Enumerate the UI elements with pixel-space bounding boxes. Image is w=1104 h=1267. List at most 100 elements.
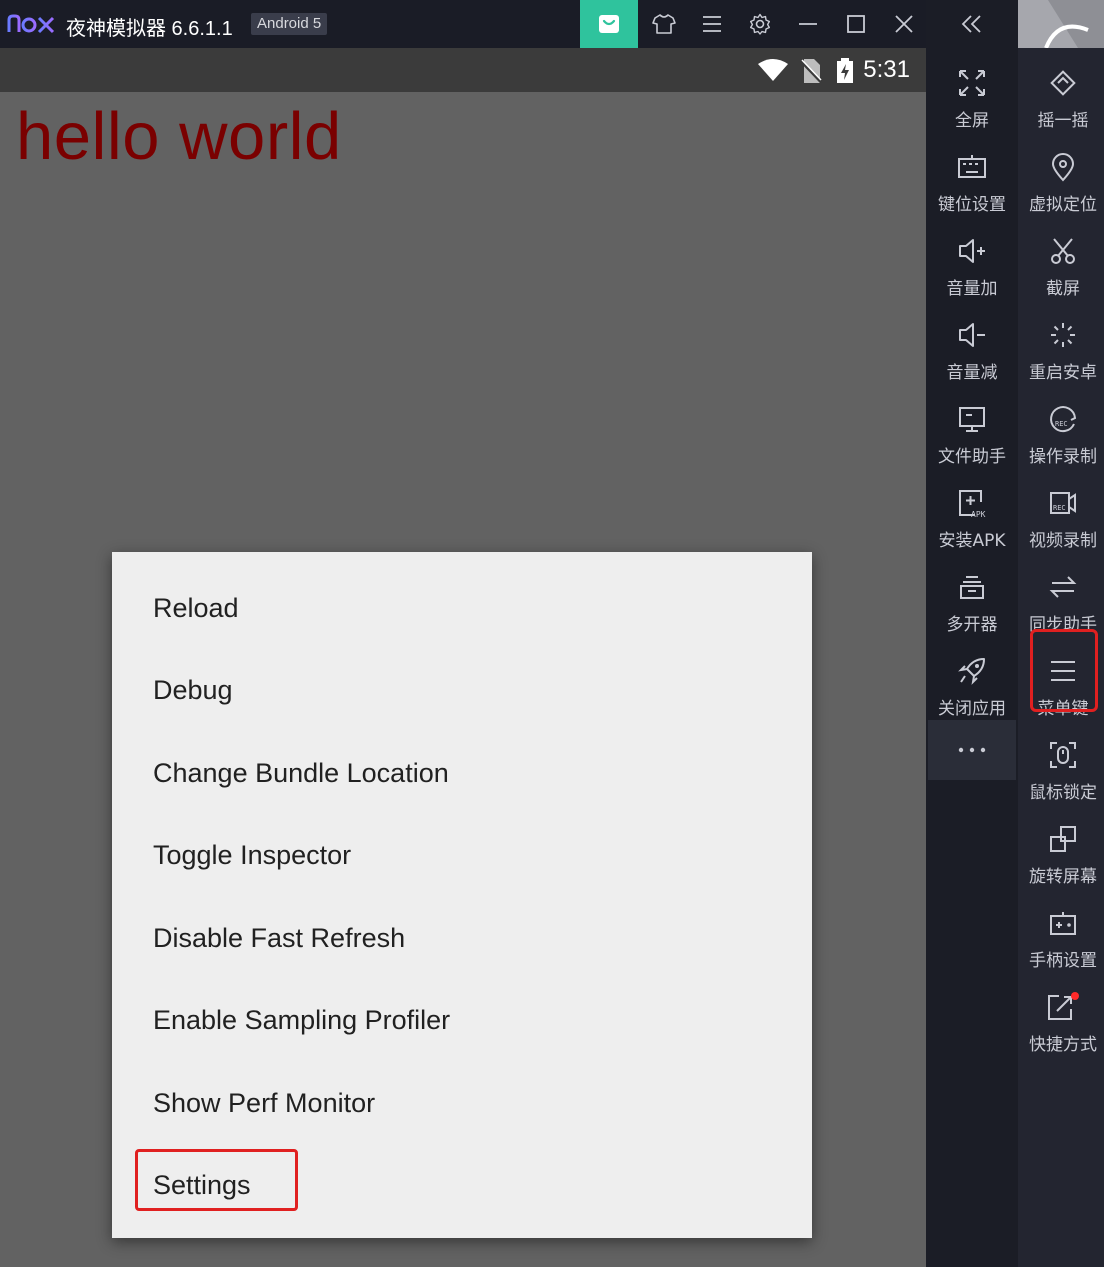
store-icon bbox=[599, 15, 619, 33]
svg-text:APK: APK bbox=[971, 510, 986, 518]
multi-instance-icon bbox=[960, 576, 984, 599]
main-menu-button[interactable] bbox=[688, 0, 736, 48]
install-apk-icon: APK bbox=[959, 490, 986, 518]
skin-icon bbox=[652, 14, 676, 34]
sidebar-item-restart-android[interactable]: 重启安卓 bbox=[1018, 308, 1104, 392]
android-status-bar: 5:31 bbox=[0, 48, 926, 92]
menu-item-show-perf-monitor[interactable]: Show Perf Monitor bbox=[153, 1073, 375, 1133]
react-native-dev-menu: Reload Debug Change Bundle Location Togg… bbox=[112, 552, 812, 1238]
ellipsis-icon bbox=[958, 747, 986, 753]
sidebar-item-video-record[interactable]: REC 视频录制 bbox=[1018, 476, 1104, 560]
sidebar-item-label: 文件助手 bbox=[938, 447, 1006, 467]
hello-world-text: hello world bbox=[16, 99, 342, 174]
sidebar-item-multi-instance[interactable]: 多开器 bbox=[926, 560, 1018, 644]
sidebar-item-label: 视频录制 bbox=[1029, 531, 1097, 551]
sidebar-item-label: 快捷方式 bbox=[1029, 1035, 1097, 1055]
sidebar-item-virtual-location[interactable]: 虚拟定位 bbox=[1018, 140, 1104, 224]
double-chevron-left-icon bbox=[961, 15, 981, 33]
maximize-icon bbox=[847, 15, 865, 33]
menu-item-disable-fast-refresh[interactable]: Disable Fast Refresh bbox=[153, 908, 405, 968]
skin-button[interactable] bbox=[640, 0, 688, 48]
sidebar-item-label: 虚拟定位 bbox=[1029, 195, 1097, 215]
sidebar-item-label: 全屏 bbox=[955, 111, 989, 131]
sync-icon bbox=[1049, 576, 1077, 598]
sidebar-item-label: 关闭应用 bbox=[938, 699, 1006, 719]
menu-item-reload[interactable]: Reload bbox=[153, 578, 239, 638]
collapse-toolbar-button[interactable] bbox=[926, 0, 1018, 48]
sidebar-item-label: 键位设置 bbox=[938, 195, 1006, 215]
svg-text:REC: REC bbox=[1055, 420, 1068, 428]
sidebar-item-close-app[interactable]: 关闭应用 bbox=[926, 644, 1018, 728]
store-button[interactable] bbox=[580, 0, 638, 48]
settings-highlight-box bbox=[135, 1149, 298, 1211]
android-version-badge: Android 5 bbox=[251, 13, 328, 35]
menu-icon bbox=[703, 16, 721, 32]
restart-icon bbox=[1051, 323, 1075, 347]
app-title: 夜神模拟器 6.6.1.1 bbox=[66, 18, 233, 40]
sidebar-item-gamepad-settings[interactable]: 手柄设置 bbox=[1018, 896, 1104, 980]
rocket-icon bbox=[958, 658, 985, 685]
menu-item-enable-sampling-profiler[interactable]: Enable Sampling Profiler bbox=[153, 990, 450, 1050]
minimize-button[interactable] bbox=[784, 0, 832, 48]
sidebar-item-label: 音量加 bbox=[946, 279, 998, 299]
avatar-image bbox=[1018, 0, 1104, 48]
minimize-icon bbox=[799, 23, 817, 25]
volume-up-icon bbox=[959, 239, 985, 263]
sidebar-item-label: 安装APK bbox=[938, 531, 1006, 551]
settings-icon bbox=[750, 13, 770, 35]
sidebar-item-label: 摇一摇 bbox=[1037, 111, 1089, 131]
close-button[interactable] bbox=[880, 0, 928, 48]
sidebar-item-label: 鼠标锁定 bbox=[1029, 783, 1097, 803]
settings-button[interactable] bbox=[736, 0, 784, 48]
no-sim-icon bbox=[800, 59, 822, 84]
sidebar-item-screenshot[interactable]: 截屏 bbox=[1018, 224, 1104, 308]
sidebar-item-volume-up[interactable]: 音量加 bbox=[926, 224, 1018, 308]
menu-item-debug[interactable]: Debug bbox=[153, 660, 233, 720]
sidebar-item-macro-record[interactable]: REC 操作录制 bbox=[1018, 392, 1104, 476]
sidebar-item-label: 手柄设置 bbox=[1029, 951, 1097, 971]
location-pin-icon bbox=[1051, 153, 1075, 182]
battery-charging-icon bbox=[837, 58, 853, 83]
sidebar-item-file-assistant[interactable]: 文件助手 bbox=[926, 392, 1018, 476]
sidebar-item-mouse-lock[interactable]: 鼠标锁定 bbox=[1018, 728, 1104, 812]
menu-item-toggle-inspector[interactable]: Toggle Inspector bbox=[153, 825, 351, 885]
close-icon bbox=[895, 15, 913, 33]
status-clock: 5:31 bbox=[863, 56, 910, 83]
scissors-icon bbox=[1051, 238, 1075, 264]
sidebar-item-volume-down[interactable]: 音量减 bbox=[926, 308, 1018, 392]
macro-record-icon: REC bbox=[1050, 406, 1077, 433]
sidebar-item-label: 截屏 bbox=[1046, 279, 1080, 299]
sidebar-item-shake[interactable]: 摇一摇 bbox=[1018, 56, 1104, 140]
file-monitor-icon bbox=[959, 407, 985, 432]
emulator-title-bar: 夜神模拟器 6.6.1.1 Android 5 bbox=[0, 0, 926, 48]
rotate-screen-icon bbox=[1050, 826, 1076, 852]
maximize-button[interactable] bbox=[832, 0, 880, 48]
fullscreen-icon bbox=[959, 70, 985, 96]
wifi-icon bbox=[758, 59, 788, 81]
menu-item-change-bundle-location[interactable]: Change Bundle Location bbox=[153, 743, 449, 803]
keyboard-icon bbox=[958, 155, 986, 178]
sidebar-item-label: 多开器 bbox=[946, 615, 998, 635]
menu-key-highlight-box bbox=[1030, 629, 1098, 712]
svg-text:REC: REC bbox=[1053, 504, 1066, 512]
sidebar-item-shortcut[interactable]: 快捷方式 bbox=[1018, 980, 1104, 1064]
avatar[interactable] bbox=[1018, 0, 1104, 48]
nox-logo bbox=[7, 14, 55, 34]
android-screen[interactable]: hello world Reload Debug Change Bundle L… bbox=[0, 92, 926, 1267]
sidebar-item-label: 重启安卓 bbox=[1029, 363, 1097, 383]
gamepad-icon bbox=[1050, 912, 1076, 935]
sidebar-item-fullscreen[interactable]: 全屏 bbox=[926, 56, 1018, 140]
shortcut-icon bbox=[1048, 992, 1079, 1020]
shake-icon bbox=[1050, 70, 1076, 96]
sidebar-item-label: 旋转屏幕 bbox=[1029, 867, 1097, 887]
sidebar-item-rotate-screen[interactable]: 旋转屏幕 bbox=[1018, 812, 1104, 896]
sidebar-item-label: 音量减 bbox=[946, 363, 998, 383]
mouse-lock-icon bbox=[1050, 742, 1076, 768]
sidebar-item-label: 操作录制 bbox=[1029, 447, 1097, 467]
video-record-icon: REC bbox=[1050, 492, 1076, 514]
sidebar-item-install-apk[interactable]: APK 安装APK bbox=[926, 476, 1018, 560]
sidebar-item-key-mapping[interactable]: 键位设置 bbox=[926, 140, 1018, 224]
more-tools-button[interactable] bbox=[928, 720, 1016, 780]
volume-down-icon bbox=[959, 323, 985, 347]
notification-dot bbox=[1071, 992, 1079, 1000]
